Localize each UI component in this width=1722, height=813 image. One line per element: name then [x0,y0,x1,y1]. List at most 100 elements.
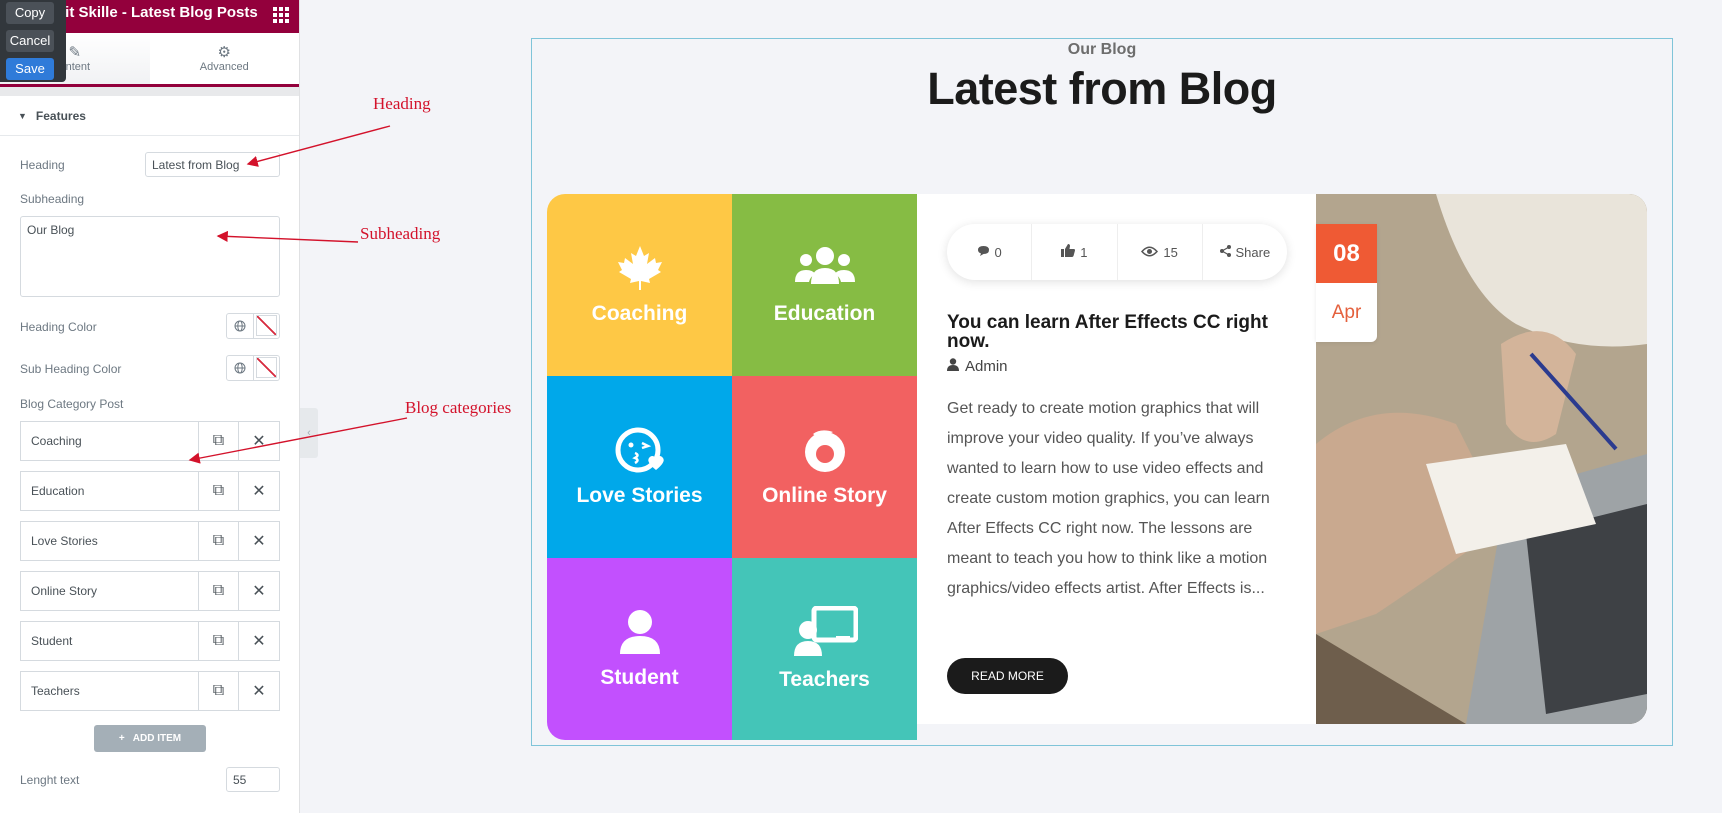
post-author[interactable]: Admin [947,358,1008,375]
repeater-item-title[interactable]: Online Story [21,572,199,610]
apps-grid-icon[interactable] [273,7,289,23]
post-date-badge: 08 Apr [1316,224,1377,342]
likes-count: 1 [1080,244,1088,260]
thumbs-up-icon [1061,244,1076,260]
duplicate-icon[interactable]: ⧉ [199,672,239,710]
remove-icon[interactable]: ✕ [239,422,279,460]
duplicate-icon[interactable]: ⧉ [199,472,239,510]
remove-icon[interactable]: ✕ [239,572,279,610]
remove-icon[interactable]: ✕ [239,472,279,510]
add-item-label: ADD ITEM [132,733,182,744]
section-features[interactable]: ▼ Features [0,96,299,136]
repeater-item[interactable]: Student ⧉ ✕ [20,621,280,661]
panel-title: dit Skille - Latest Blog Posts [56,4,258,21]
category-tile-teachers[interactable]: Teachers [732,558,917,740]
heading-color-picker[interactable] [226,313,280,339]
share-icon [1219,244,1231,260]
gear-icon: ⚙ [217,44,231,61]
category-label: Education [773,302,876,325]
category-grid: Coaching Education Love Stories Online S… [547,194,917,740]
subheading-label: Subheading [20,192,85,206]
category-tile-love-stories[interactable]: Love Stories [547,376,732,558]
repeater-item-title[interactable]: Education [21,472,199,510]
globe-icon[interactable] [227,356,254,380]
heading-input[interactable]: Latest from Blog [145,152,280,177]
color-swatch[interactable] [256,315,277,336]
comments-stat[interactable]: 0 [947,224,1033,280]
post-title[interactable]: You can learn After Effects CC right now… [947,313,1297,351]
category-tile-education[interactable]: Education [732,194,917,376]
repeater-item-title[interactable]: Teachers [21,672,199,710]
category-tile-coaching[interactable]: Coaching [547,194,732,376]
section-title: Features [35,108,86,123]
users-icon [794,247,855,284]
repeater-item-title[interactable]: Coaching [21,422,199,460]
share-stat[interactable]: Share [1203,224,1287,280]
caret-down-icon: ▼ [18,110,27,121]
annotation-heading: Heading [373,94,431,113]
sub-heading-color-label: Sub Heading Color [20,362,122,376]
color-swatch[interactable] [256,357,277,378]
sub-heading-color-picker[interactable] [226,355,280,381]
user-icon [619,610,660,654]
comment-icon [977,245,990,260]
category-label: Love Stories [576,484,703,507]
repeater-item-title[interactable]: Love Stories [21,522,199,560]
category-tile-student[interactable]: Student [547,558,732,740]
remove-icon[interactable]: ✕ [239,522,279,560]
views-count: 15 [1163,244,1178,260]
user-icon [947,358,959,375]
copy-button[interactable]: Copy [6,2,54,24]
annotation-blog-categories: Blog categories [405,398,512,417]
duplicate-icon[interactable]: ⧉ [199,522,239,560]
category-label: Teachers [779,668,870,691]
panel-collapse-handle[interactable]: ‹ [300,408,318,458]
maple-leaf-icon [617,246,662,290]
category-label: Coaching [591,302,688,325]
repeater-item[interactable]: Education ⧉ ✕ [20,471,280,511]
heading-color-label: Heading Color [20,320,97,334]
date-day: 08 [1316,224,1377,283]
cancel-button[interactable]: Cancel [6,30,54,52]
remove-icon[interactable]: ✕ [239,672,279,710]
read-more-button[interactable]: READ MORE [947,658,1068,694]
likes-stat[interactable]: 1 [1032,224,1118,280]
repeater-item[interactable]: Teachers ⧉ ✕ [20,671,280,711]
duplicate-icon[interactable]: ⧉ [199,622,239,660]
heading-label: Heading [20,158,65,172]
post-stats-bar: 0 1 15 Share [947,224,1287,280]
annotation-subheading: Subheading [360,224,441,243]
eye-icon [1141,245,1159,260]
preview-subheading: Our Blog [1067,41,1137,58]
firefox-icon [804,430,845,472]
duplicate-icon[interactable]: ⧉ [199,572,239,610]
subheading-textarea[interactable]: Our Blog [20,216,280,297]
teacher-icon [793,606,858,656]
save-button[interactable]: Save [6,58,54,80]
views-stat[interactable]: 15 [1118,224,1203,280]
category-label: Student [600,666,679,689]
duplicate-icon[interactable]: ⧉ [199,422,239,460]
tab-advanced-label: Advanced [199,61,249,73]
comments-count: 0 [994,244,1002,260]
action-menu: Copy Cancel Save [0,0,66,82]
post-card: 0 1 15 Share You can learn After Effects… [917,194,1316,724]
repeater-item-title[interactable]: Student [21,622,199,660]
author-name: Admin [965,358,1008,375]
globe-icon[interactable] [227,314,254,338]
tab-advanced[interactable]: ⚙ Advanced [150,33,300,84]
blog-category-label: Blog Category Post [20,397,124,411]
repeater-item[interactable]: Love Stories ⧉ ✕ [20,521,280,561]
remove-icon[interactable]: ✕ [239,622,279,660]
add-item-button[interactable]: + ADD ITEM [94,725,206,752]
editor-panel: dit Skille - Latest Blog Posts Copy Canc… [0,0,300,813]
length-text-input[interactable]: 55 [226,767,280,792]
date-month: Apr [1331,301,1362,323]
repeater-item[interactable]: Coaching ⧉ ✕ [20,421,280,461]
repeater-item[interactable]: Online Story ⧉ ✕ [20,571,280,611]
plus-icon: + [118,733,125,744]
post-excerpt: Get ready to create motion graphics that… [947,400,1270,597]
category-tile-online-story[interactable]: Online Story [732,376,917,558]
preview-heading: Latest from Blog [927,63,1277,114]
tabs-divider [0,87,299,96]
